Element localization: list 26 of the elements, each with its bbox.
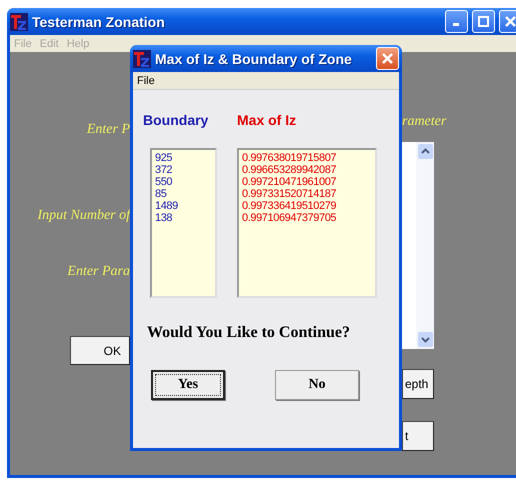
menu-item[interactable]: File [137,74,155,86]
dialog-title: Max of Iz & Boundary of Zone [155,50,353,66]
list-value: 0.997106947379705 [242,212,338,224]
action-button[interactable]: t [402,421,434,451]
list-value: 925 [155,152,174,164]
list-value: 1489 [155,200,179,212]
list-value: 0.997638019715807 [242,152,338,164]
dialog-button[interactable]: Yes [151,370,225,400]
field-label: Enter P [86,122,130,138]
action-button[interactable]: epth [402,369,434,399]
list-value: 138 [155,212,174,224]
window-title: Testerman Zonation [32,14,166,30]
column-heading: Boundary [143,112,208,128]
list-value: 550 [155,176,174,188]
list-value: 0.996653289942087 [242,164,338,176]
list-value: 0.997331520714187 [242,188,338,200]
ok-button[interactable]: OK [70,336,130,365]
list-value: 85 [155,188,168,200]
parameter-label: rameter [402,114,446,130]
column-heading: Max of Iz [237,112,296,128]
list-value: 0.997210471961007 [242,176,338,188]
field-label: Enter Para [67,264,130,280]
question-text: Would You Like to Continue? [147,324,352,342]
list-value: 0.997336419510279 [242,200,338,212]
dialog-button[interactable]: No [275,370,359,400]
list-value: 372 [155,164,174,176]
